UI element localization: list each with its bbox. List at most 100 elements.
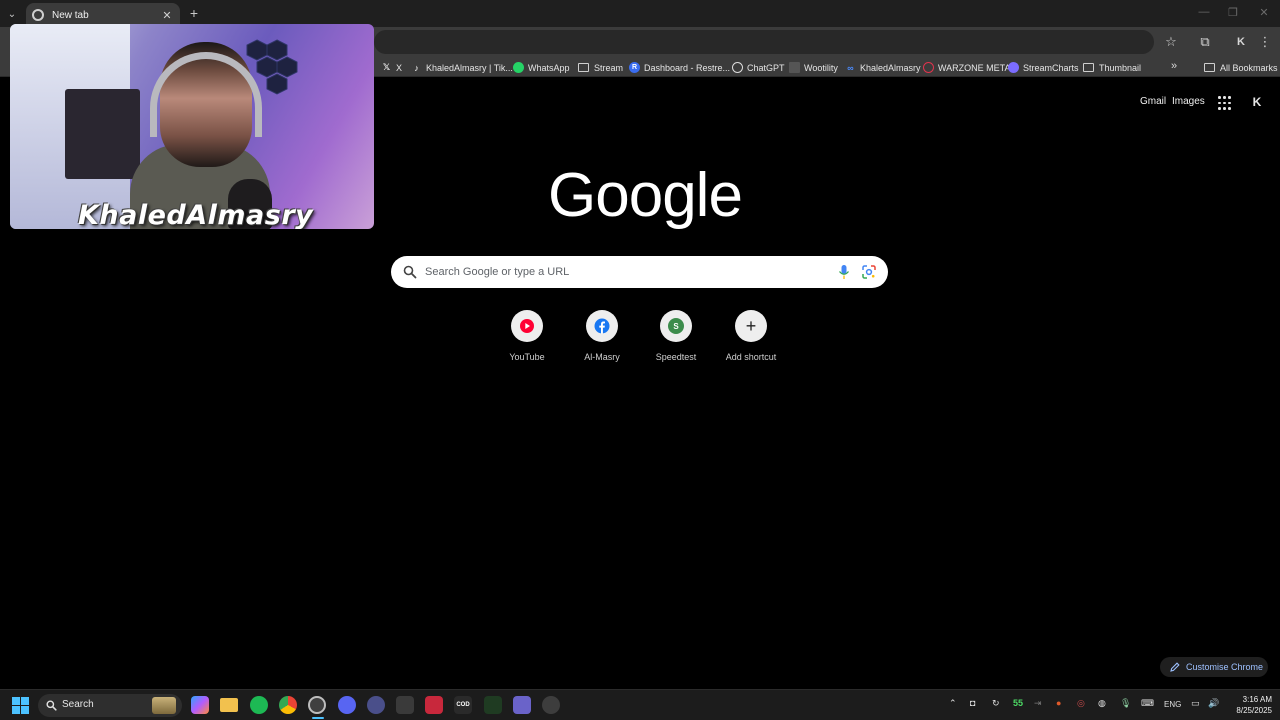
fps-counter-value: 55 xyxy=(1013,698,1024,708)
network-display-icon[interactable]: ▭ xyxy=(1191,698,1200,709)
app-circle-icon[interactable] xyxy=(367,696,385,714)
google-account-icon[interactable]: K xyxy=(1250,95,1264,109)
clock-date: 8/25/2025 xyxy=(1236,706,1272,715)
youtube-icon xyxy=(511,310,543,342)
search-input[interactable] xyxy=(425,264,825,280)
tray-media-icon[interactable]: ⇥ xyxy=(1034,698,1042,709)
file-explorer-icon[interactable] xyxy=(220,698,238,712)
chrome-favicon-icon xyxy=(32,9,44,21)
windows-start-icon[interactable] xyxy=(12,697,29,714)
shortcut-speedtest[interactable]: S Speedtest xyxy=(638,310,714,366)
bookmark-wootility[interactable]: Wootility xyxy=(789,60,838,75)
search-icon xyxy=(403,265,417,279)
bookmark-label: WARZONE META xyxy=(938,62,1011,73)
extensions-icon[interactable]: ⧉ xyxy=(1196,33,1214,51)
speedtest-icon: S xyxy=(660,310,692,342)
settings-gear-icon[interactable] xyxy=(542,696,560,714)
bookmark-whatsapp[interactable]: WhatsApp xyxy=(513,60,570,75)
minimize-button[interactable]: — xyxy=(1196,6,1212,18)
shortcut-youtube[interactable]: YouTube xyxy=(489,310,565,366)
customise-chrome-label: Customise Chrome xyxy=(1186,662,1264,672)
discord-icon[interactable] xyxy=(338,696,356,714)
valorant-icon[interactable] xyxy=(425,696,443,714)
new-tab-button[interactable]: + xyxy=(187,5,201,21)
bookmark-warzone-meta[interactable]: WARZONE META xyxy=(923,60,1011,75)
chrome-profile-active-icon[interactable] xyxy=(308,696,326,714)
images-link[interactable]: Images xyxy=(1172,96,1205,107)
all-bookmarks-button[interactable]: All Bookmarks xyxy=(1204,60,1278,75)
show-hidden-icons-chevron-icon[interactable]: ⌃ xyxy=(949,698,957,709)
bookmark-label: KhaledAlmasry | Tik... xyxy=(426,62,513,73)
chrome-icon[interactable] xyxy=(279,696,297,714)
bookmark-folder-stream[interactable]: Stream xyxy=(578,60,623,75)
game-controller-icon[interactable] xyxy=(513,696,531,714)
bookmark-label: ChatGPT xyxy=(747,62,785,73)
discord-tray-icon[interactable]: ◘ xyxy=(970,698,975,708)
taskbar-search-label: Search xyxy=(62,699,94,710)
tray-app-orange-icon[interactable]: ● xyxy=(1056,698,1061,708)
tab-close-icon[interactable]: ✕ xyxy=(160,9,174,22)
tab-title: New tab xyxy=(52,9,89,21)
microphone-tray-icon[interactable]: 🎙 xyxy=(1120,698,1131,709)
tab-search-chevron-icon[interactable]: ⌄ xyxy=(3,5,21,23)
pencil-icon xyxy=(1170,662,1180,672)
shortcut-al-masry[interactable]: Al-Masry xyxy=(564,310,640,366)
taskbar-search-box[interactable]: Search xyxy=(38,694,182,717)
shortcut-label: YouTube xyxy=(509,352,545,362)
tray-app-red-icon[interactable]: ◎ xyxy=(1077,698,1085,709)
volume-icon[interactable]: 🔊 xyxy=(1208,698,1219,709)
warzone-logo-icon xyxy=(923,62,934,73)
folder-icon xyxy=(1083,63,1094,72)
chrome-menu-icon[interactable]: ⋮ xyxy=(1256,33,1274,51)
shortcut-label: Al-Masry xyxy=(584,352,620,362)
clock-time: 3:16 AM xyxy=(1242,695,1272,704)
restore-button[interactable]: ❐ xyxy=(1225,6,1241,19)
shortcut-label: Speedtest xyxy=(655,352,697,362)
voice-search-mic-icon[interactable] xyxy=(837,264,851,280)
call-of-duty-icon[interactable]: COD xyxy=(454,696,472,714)
customise-chrome-button[interactable]: Customise Chrome xyxy=(1160,657,1268,677)
bookmark-label: WhatsApp xyxy=(528,62,570,73)
razer-icon[interactable] xyxy=(484,696,502,714)
bookmark-restream[interactable]: R Dashboard - Restre... xyxy=(629,60,730,75)
bookmarks-overflow-chevron-icon[interactable]: » xyxy=(1171,60,1177,72)
bookmark-chatgpt[interactable]: ChatGPT xyxy=(732,60,785,75)
meta-logo-icon: ∞ xyxy=(847,62,854,73)
bookmark-x[interactable]: 𝕏 X xyxy=(381,60,402,75)
bookmark-streamcharts[interactable]: StreamCharts xyxy=(1008,60,1079,75)
folder-icon xyxy=(1204,63,1215,72)
tab-strip: ⌄ New tab ✕ + — ❐ ✕ xyxy=(0,0,1280,27)
bookmark-label: StreamCharts xyxy=(1023,62,1079,73)
app-square-icon[interactable] xyxy=(396,696,414,714)
shortcut-label: Add shortcut xyxy=(725,352,777,362)
gmail-link[interactable]: Gmail xyxy=(1140,96,1166,107)
add-shortcut-button[interactable]: + Add shortcut xyxy=(713,310,789,366)
bookmark-star-icon[interactable]: ☆ xyxy=(1162,33,1180,51)
streamer-name-label: KhaledAlmasry xyxy=(78,200,314,229)
bookmark-folder-thumbnail[interactable]: Thumbnail xyxy=(1083,60,1141,75)
google-apps-icon[interactable] xyxy=(1218,96,1231,110)
tray-app-icon[interactable]: ↻ xyxy=(992,698,1000,709)
google-lens-icon[interactable] xyxy=(861,264,877,280)
all-bookmarks-label: All Bookmarks xyxy=(1220,62,1278,73)
spotify-icon[interactable] xyxy=(250,696,268,714)
bookmark-label: Wootility xyxy=(804,62,838,73)
input-language-indicator[interactable]: ENG xyxy=(1164,700,1181,709)
webcam-background-shelf xyxy=(65,89,140,179)
chatgpt-logo-icon xyxy=(732,62,743,73)
search-icon xyxy=(46,700,57,711)
close-window-button[interactable]: ✕ xyxy=(1256,6,1272,19)
search-highlight-deer-icon xyxy=(152,697,176,714)
copilot-icon[interactable] xyxy=(191,696,209,714)
bookmark-tiktok[interactable]: ♪ KhaledAlmasry | Tik... xyxy=(411,60,513,75)
address-bar[interactable] xyxy=(374,30,1154,54)
bookmark-label: Stream xyxy=(594,62,624,73)
search-box[interactable] xyxy=(391,256,888,288)
keyboard-tray-icon[interactable]: ⌨ xyxy=(1141,698,1154,709)
streamcharts-logo-icon xyxy=(1008,62,1019,73)
bookmark-label: Thumbnail xyxy=(1099,62,1142,73)
system-clock[interactable]: 3:16 AM 8/25/2025 xyxy=(1228,694,1272,716)
bookmark-meta[interactable]: ∞ KhaledAlmasry xyxy=(845,60,920,75)
profile-avatar-icon[interactable]: K xyxy=(1232,33,1250,51)
tray-app-circle-icon[interactable]: ◍ xyxy=(1098,698,1106,709)
